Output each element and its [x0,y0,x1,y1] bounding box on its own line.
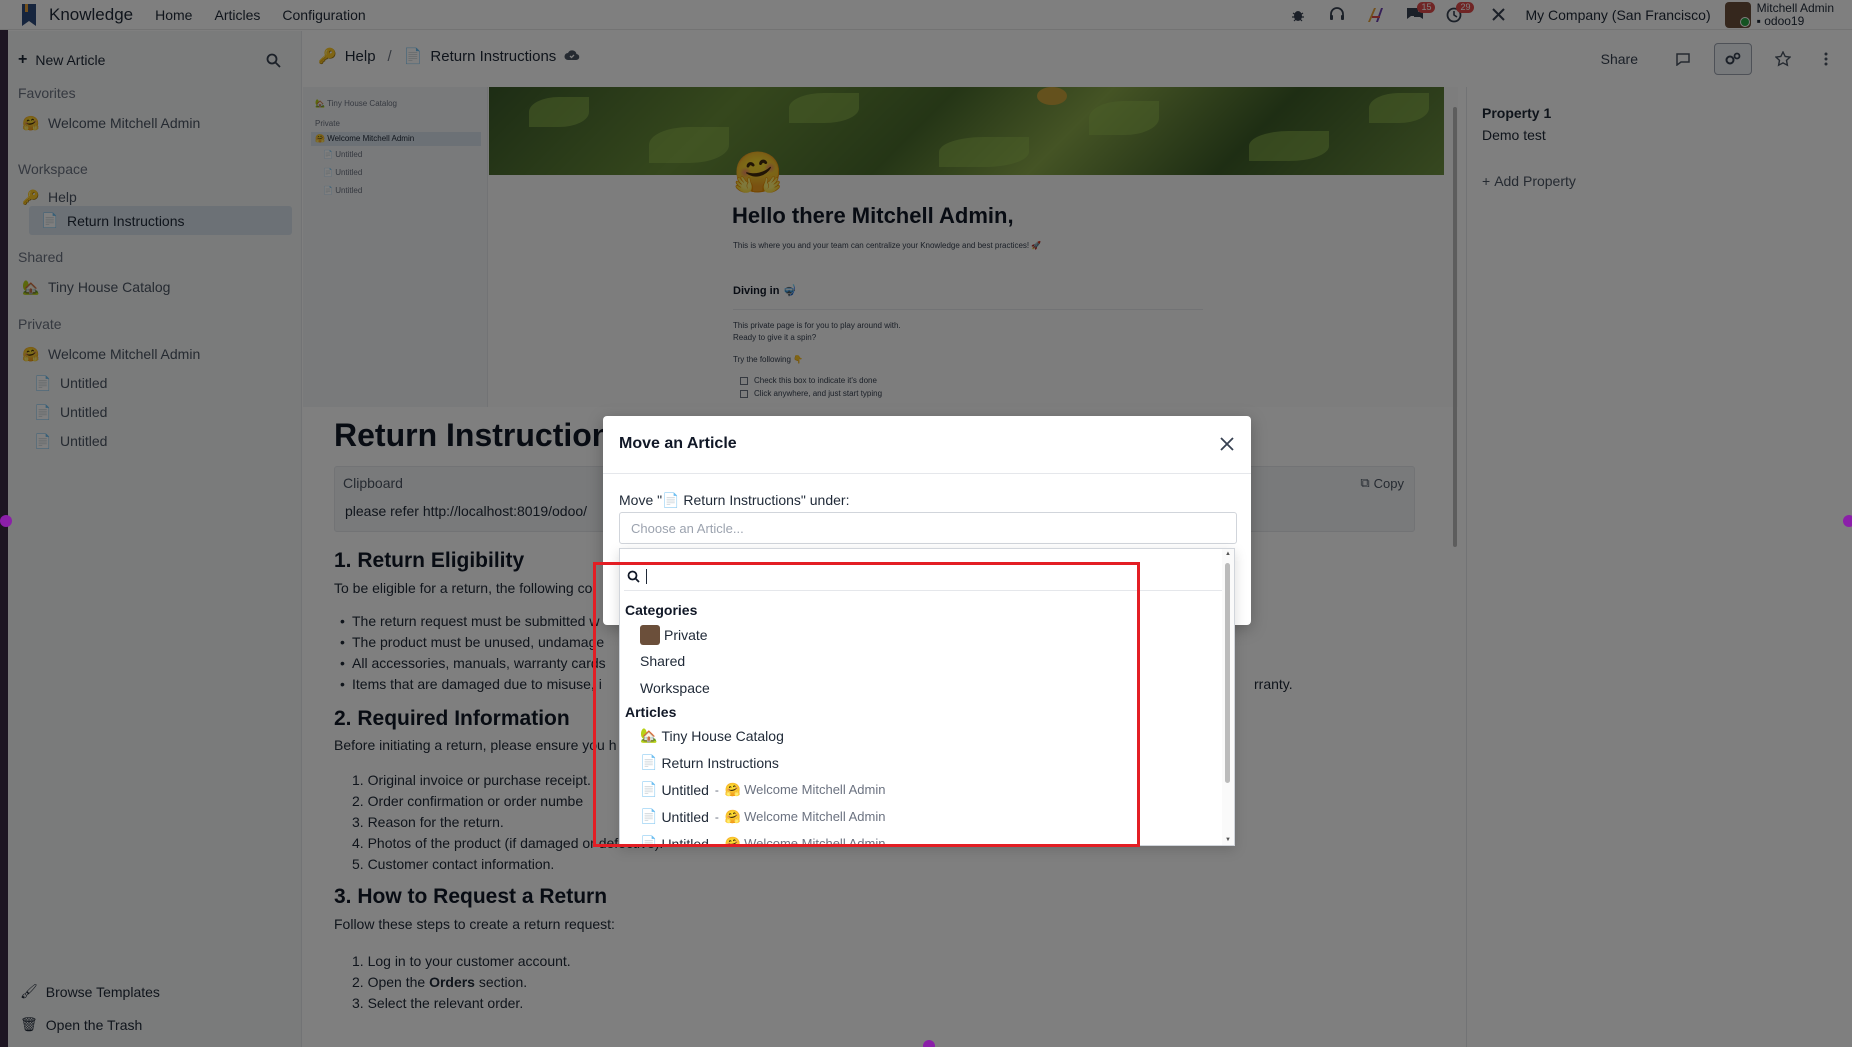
move-label: Move "📄 Return Instructions" under: [619,492,850,508]
scroll-down-arrow-icon[interactable]: ▼ [1225,837,1231,843]
scroll-up-arrow-icon[interactable]: ▲ [1225,551,1231,557]
window-edge-handle [1843,515,1852,527]
window-edge-handle [0,515,12,527]
dialog-title: Move an Article [619,435,737,452]
article-select[interactable]: Choose an Article... [619,512,1237,544]
article-select-placeholder: Choose an Article... [631,521,744,536]
dropdown-scrollbar[interactable]: ▲ ▼ [1222,549,1234,845]
highlight-annotation-box [593,562,1140,847]
window-edge-handle [923,1040,935,1047]
close-icon[interactable] [1217,434,1237,454]
